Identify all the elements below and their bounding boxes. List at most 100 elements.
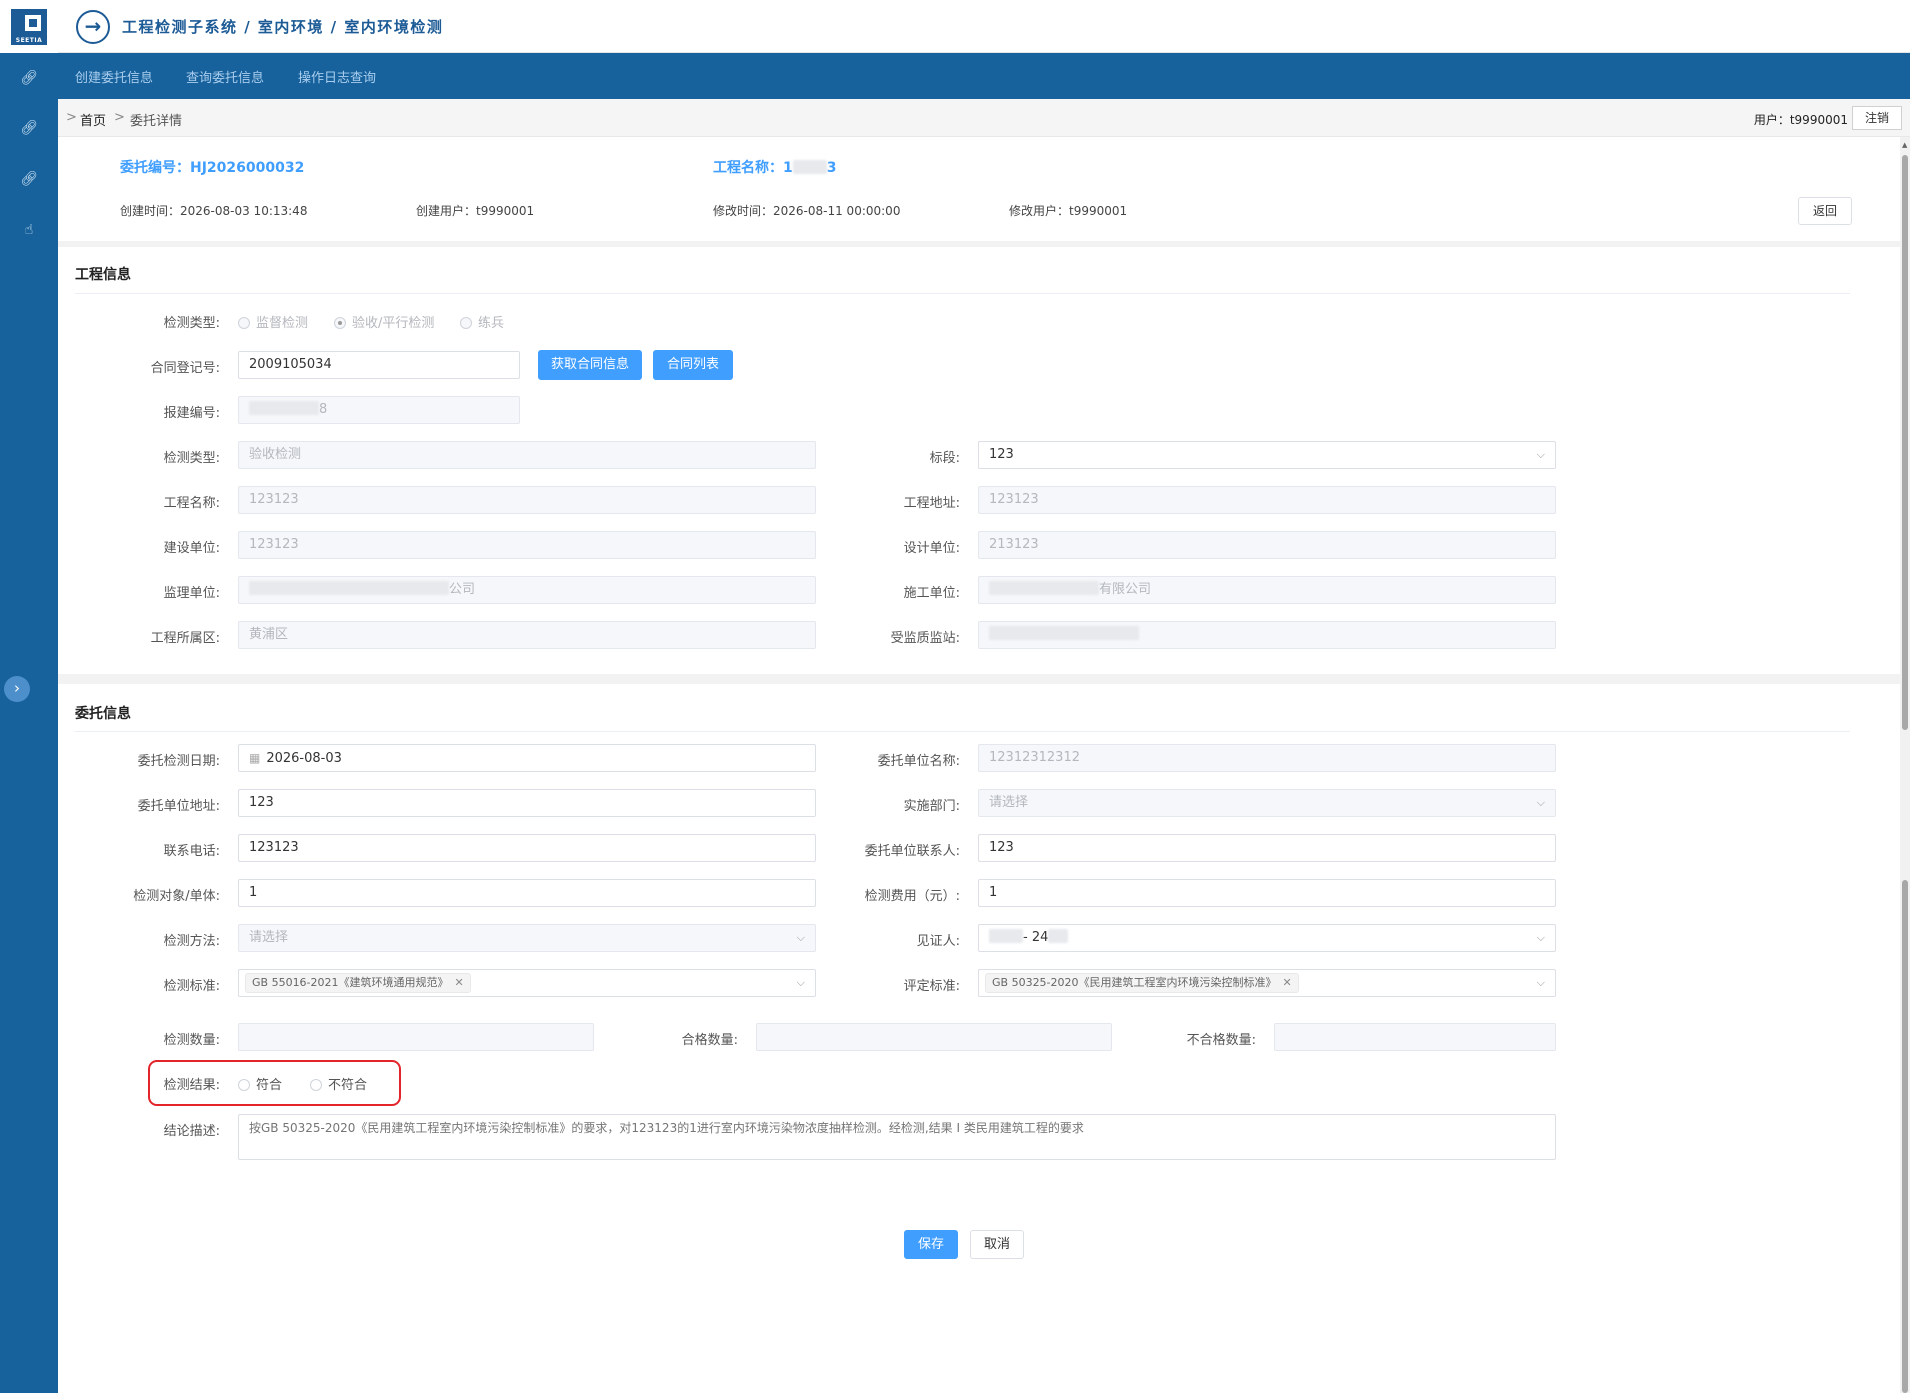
scroll-up-icon[interactable]: ▲ — [1902, 141, 1907, 149]
contract-no-input[interactable]: 2009105034 — [238, 351, 520, 379]
chevron-down-icon: ⌵ — [796, 931, 805, 944]
link-icon[interactable]: 🔗︎ — [19, 68, 39, 88]
date-label: 委托检测日期: — [137, 754, 220, 769]
scrollbar-thumb[interactable] — [1902, 880, 1908, 1393]
breadcrumb-home[interactable]: 首页 — [80, 110, 106, 129]
method-select: 请选择 ⌵ — [238, 924, 816, 952]
link-icon[interactable]: 🔗︎ — [19, 169, 39, 189]
report-no-input: 8 — [238, 396, 520, 424]
unit-name-input: 12312312312 — [978, 744, 1556, 772]
scrollbar-thumb[interactable] — [1902, 155, 1908, 730]
dept-select: 请选择 ⌵ — [978, 789, 1556, 817]
section-title-entrust: 委托信息 — [75, 706, 131, 722]
tab-bar: 创建委托信息 查询委托信息 操作日志查询 — [58, 53, 1910, 99]
chevron-down-icon: ⌵ — [1536, 976, 1545, 989]
chevron-down-icon: ⌵ — [1536, 448, 1545, 461]
report-no-label: 报建编号: — [163, 406, 220, 421]
unit-addr-input[interactable]: 123 — [238, 789, 816, 817]
tab-create[interactable]: 创建委托信息 — [75, 67, 153, 86]
save-button[interactable]: 保存 — [904, 1230, 958, 1259]
method-label: 检测方法: — [163, 934, 220, 949]
radio-drill: 练兵 — [460, 312, 504, 331]
conclusion-textarea[interactable] — [238, 1114, 1556, 1160]
logout-button[interactable]: 注销 — [1852, 106, 1902, 130]
qty-label: 检测数量: — [163, 1033, 220, 1048]
standard-tag: GB 55016-2021《建筑环境通用规范》 ✕ — [245, 973, 471, 993]
conclusion-label: 结论描述: — [163, 1124, 220, 1139]
project-addr-label: 工程地址: — [903, 496, 960, 511]
modified-user: 修改用户：t9990001 — [1009, 204, 1128, 218]
construct-unit-input: 有限公司 — [978, 576, 1556, 604]
design-unit-input: 213123 — [978, 531, 1556, 559]
back-button[interactable]: 返回 — [1798, 197, 1852, 225]
project-name-input: 123123 — [238, 486, 816, 514]
phone-input[interactable]: 123123 — [238, 834, 816, 862]
dept-label: 实施部门: — [903, 799, 960, 814]
created-user: 创建用户：t9990001 — [416, 204, 535, 218]
unit-name-label: 委托单位名称: — [877, 754, 960, 769]
section-divider — [58, 674, 1900, 684]
link-icon[interactable]: 🔗︎ — [19, 118, 39, 138]
top-header: → 工程检测子系统 / 室内环境 / 室内环境检测 — [58, 0, 1910, 53]
contact-label: 委托单位联系人: — [864, 844, 960, 859]
build-unit-input: 123123 — [238, 531, 816, 559]
created-time: 创建时间：2026-08-03 10:13:48 — [120, 204, 308, 218]
close-icon[interactable]: ✕ — [455, 976, 464, 989]
station-label: 受监质监站: — [890, 631, 960, 646]
cancel-button[interactable]: 取消 — [970, 1230, 1024, 1259]
detect-type-label: 检测类型: — [163, 451, 220, 466]
district-label: 工程所属区: — [150, 631, 220, 646]
phone-label: 联系电话: — [163, 844, 220, 859]
chevron-down-icon: ⌵ — [1536, 931, 1545, 944]
breadcrumb-sep: > — [66, 110, 77, 125]
page-title: 工程检测子系统 / 室内环境 / 室内环境检测 — [122, 18, 444, 36]
project-addr-input: 123123 — [978, 486, 1556, 514]
user-label: 用户：t9990001 — [1753, 113, 1848, 127]
section-select[interactable]: 123 ⌵ — [978, 441, 1556, 469]
logo-mark: SEETIA — [11, 8, 47, 45]
section-title-project: 工程信息 — [75, 267, 131, 283]
breadcrumb-current: 委托详情 — [130, 114, 183, 129]
order-number: 委托编号：HJ2026000032 — [120, 160, 305, 176]
standard-select[interactable]: GB 55016-2021《建筑环境通用规范》 ✕ ⌵ — [238, 969, 816, 997]
hand-pointer-icon[interactable]: ☝︎ — [19, 220, 39, 240]
breadcrumb: > 首页 > 委托详情 用户：t9990001 注销 — [58, 99, 1910, 137]
arrow-right-circle-icon[interactable]: → — [76, 10, 110, 44]
chevron-right-icon[interactable]: › — [4, 676, 30, 702]
section-label: 标段: — [929, 451, 960, 466]
standard-label: 检测标准: — [163, 979, 220, 994]
detect-type-input: 验收检测 — [238, 441, 816, 469]
object-input[interactable]: 1 — [238, 879, 816, 907]
fail-label: 不合格数量: — [1186, 1033, 1256, 1048]
tab-log[interactable]: 操作日志查询 — [298, 67, 376, 86]
eval-select[interactable]: GB 50325-2020《民用建筑工程室内环境污染控制标准》 ✕ ⌵ — [978, 969, 1556, 997]
witness-select[interactable]: - 24 ⌵ — [978, 924, 1556, 952]
witness-label: 见证人: — [916, 934, 960, 949]
build-unit-label: 建设单位: — [163, 541, 220, 556]
tab-query[interactable]: 查询委托信息 — [186, 67, 264, 86]
fee-input[interactable]: 1 — [978, 879, 1556, 907]
pass-label: 合格数量: — [681, 1033, 738, 1048]
fail-input — [1274, 1023, 1556, 1051]
contract-no-label: 合同登记号: — [150, 361, 220, 376]
eval-tag: GB 50325-2020《民用建筑工程室内环境污染控制标准》 ✕ — [985, 973, 1299, 993]
get-contract-button[interactable]: 获取合同信息 — [538, 350, 642, 380]
calendar-icon: ▦ — [249, 751, 261, 765]
date-picker[interactable]: ▦ 2026-08-03 — [238, 744, 816, 772]
chevron-down-icon: ⌵ — [1536, 796, 1545, 809]
section-line — [75, 731, 1850, 732]
check-type-label: 检测类型: — [163, 316, 220, 331]
qty-input — [238, 1023, 594, 1051]
radio-supervise: 监督检测 — [238, 312, 308, 331]
section-divider — [58, 241, 1900, 247]
station-input — [978, 621, 1556, 649]
pass-input — [756, 1023, 1112, 1051]
close-icon[interactable]: ✕ — [1283, 976, 1292, 989]
result-highlight-box — [148, 1060, 401, 1106]
logo: SEETIA — [0, 0, 58, 53]
contract-list-button[interactable]: 合同列表 — [653, 350, 733, 380]
breadcrumb-sep: > — [114, 110, 125, 125]
contact-input[interactable]: 123 — [978, 834, 1556, 862]
object-label: 检测对象/单体: — [133, 889, 220, 904]
logo-text: SEETIA — [15, 36, 43, 44]
